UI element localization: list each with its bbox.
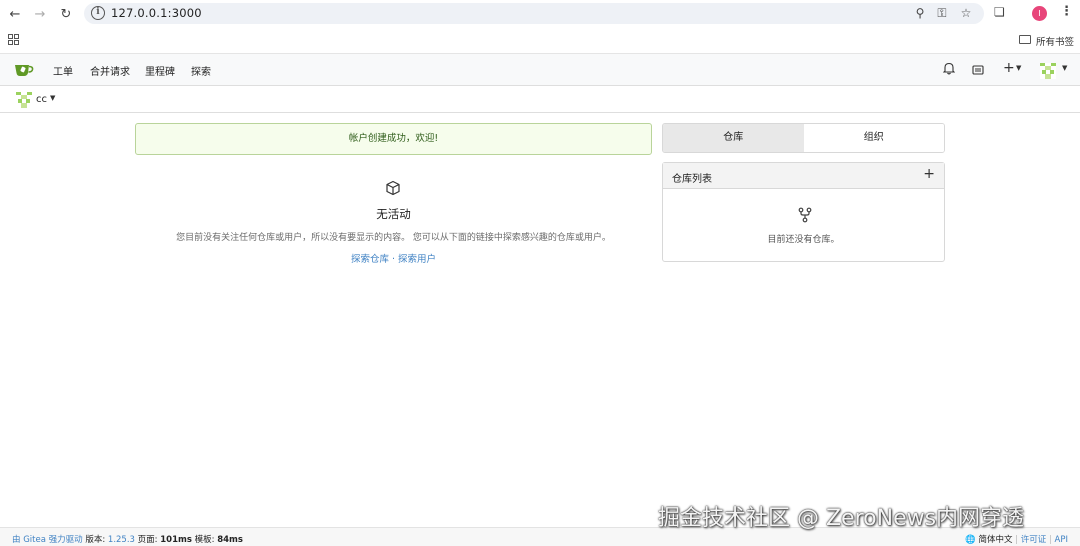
api-link[interactable]: API <box>1055 535 1068 545</box>
create-plus-icon[interactable]: + <box>1003 60 1015 76</box>
footer-left: 由 Gitea 强力驱动 版本: 1.25.3 页面: 101ms 模板: 84… <box>12 533 243 545</box>
flash-success-message: 帐户创建成功，欢迎! <box>135 123 652 155</box>
explore-links: 探索仓库 · 探索用户 <box>135 251 652 265</box>
page-time-label: 页面: <box>137 535 158 545</box>
folder-icon <box>1019 35 1031 44</box>
context-chevron-down-icon[interactable]: ▼ <box>50 94 55 102</box>
repo-fork-icon <box>798 207 812 223</box>
address-bar[interactable]: i 127.0.0.1:3000 ⚲ ⚿ ☆ <box>84 3 984 24</box>
nav-milestones[interactable]: 里程碑 <box>145 63 175 78</box>
browser-menu-icon[interactable]: ⋮ <box>1060 4 1073 19</box>
repo-list-title: 仓库列表 <box>672 174 712 185</box>
explore-repos-link[interactable]: 探索仓库 <box>351 254 389 265</box>
url-text[interactable]: 127.0.0.1:3000 <box>111 6 202 20</box>
tab-repositories[interactable]: 仓库 <box>663 124 804 152</box>
page-time-value: 101ms <box>160 535 192 545</box>
context-user-avatar[interactable] <box>16 92 32 108</box>
nav-pull-requests[interactable]: 合并请求 <box>90 63 130 78</box>
template-time-value: 84ms <box>217 535 243 545</box>
version-value[interactable]: 1.25.3 <box>108 535 135 545</box>
user-avatar[interactable] <box>1040 63 1056 79</box>
inbox-icon[interactable] <box>972 64 984 76</box>
repo-list-header: 仓库列表 + <box>663 163 944 189</box>
package-icon <box>386 180 400 196</box>
reload-icon[interactable]: ↻ <box>57 5 75 23</box>
repo-list-panel: 仓库列表 + 目前还没有仓库。 <box>662 162 945 262</box>
license-link[interactable]: 许可证 <box>1021 535 1047 545</box>
gitea-logo-icon[interactable] <box>14 62 34 77</box>
bookmark-star-icon[interactable]: ☆ <box>958 6 974 20</box>
footer-divider-2: | <box>1048 535 1052 545</box>
tab-organizations[interactable]: 组织 <box>803 124 944 152</box>
watermark-text: 掘金技术社区 @ ZeroNews内网穿透 <box>658 506 1025 531</box>
forward-icon[interactable]: → <box>31 5 49 23</box>
template-time-label: 模板: <box>194 535 215 545</box>
zoom-icon[interactable]: ⚲ <box>912 6 928 20</box>
context-user-name[interactable]: cc <box>36 94 47 105</box>
new-repo-plus-icon[interactable]: + <box>923 166 935 182</box>
address-row: ← → ↻ i 127.0.0.1:3000 ⚲ ⚿ ☆ ❏ I ⋮ <box>0 0 1080 27</box>
nav-explore[interactable]: 探索 <box>191 63 211 78</box>
repo-list-empty-text: 目前还没有仓库。 <box>767 235 840 245</box>
bell-icon[interactable] <box>943 62 955 75</box>
nav-issues[interactable]: 工单 <box>53 63 73 78</box>
profile-avatar[interactable]: I <box>1032 6 1047 21</box>
empty-feed-description: 您目前没有关注任何仓库或用户，所以没有要显示的内容。 您可以从下面的链接中探索感… <box>176 233 611 243</box>
password-key-icon[interactable]: ⚿ <box>934 6 950 21</box>
site-info-icon[interactable]: i <box>91 6 105 20</box>
footer-right: 🌐 简体中文 | 许可证 | API <box>965 533 1068 545</box>
chevron-down-icon[interactable]: ▼ <box>1016 64 1021 72</box>
globe-icon[interactable]: 🌐 <box>965 535 976 545</box>
powered-by-link[interactable]: 由 Gitea 强力驱动 <box>12 535 83 545</box>
apps-grid-icon[interactable] <box>8 34 19 45</box>
dashboard-tabs: 仓库 组织 <box>662 123 945 153</box>
back-icon[interactable]: ← <box>6 5 24 23</box>
language-selector[interactable]: 简体中文 <box>978 535 1012 545</box>
all-bookmarks-button[interactable]: 所有书签 <box>1036 34 1074 48</box>
explore-users-link[interactable]: 探索用户 <box>398 254 436 265</box>
footer-divider: | <box>1015 535 1019 545</box>
bookmarks-bar: 所有书签 <box>0 27 1080 53</box>
user-menu-chevron-icon[interactable]: ▼ <box>1062 64 1067 72</box>
version-label: 版本: <box>85 535 106 545</box>
browser-chrome: ← → ↻ i 127.0.0.1:3000 ⚲ ⚿ ☆ ❏ I ⋮ 所有书签 <box>0 0 1080 54</box>
gitea-navbar: 工单 合并请求 里程碑 探索 + ▼ ▼ <box>0 54 1080 86</box>
link-separator: · <box>388 254 399 265</box>
context-switcher-bar: cc ▼ <box>0 86 1080 113</box>
extensions-icon[interactable]: ❏ <box>994 5 1005 19</box>
